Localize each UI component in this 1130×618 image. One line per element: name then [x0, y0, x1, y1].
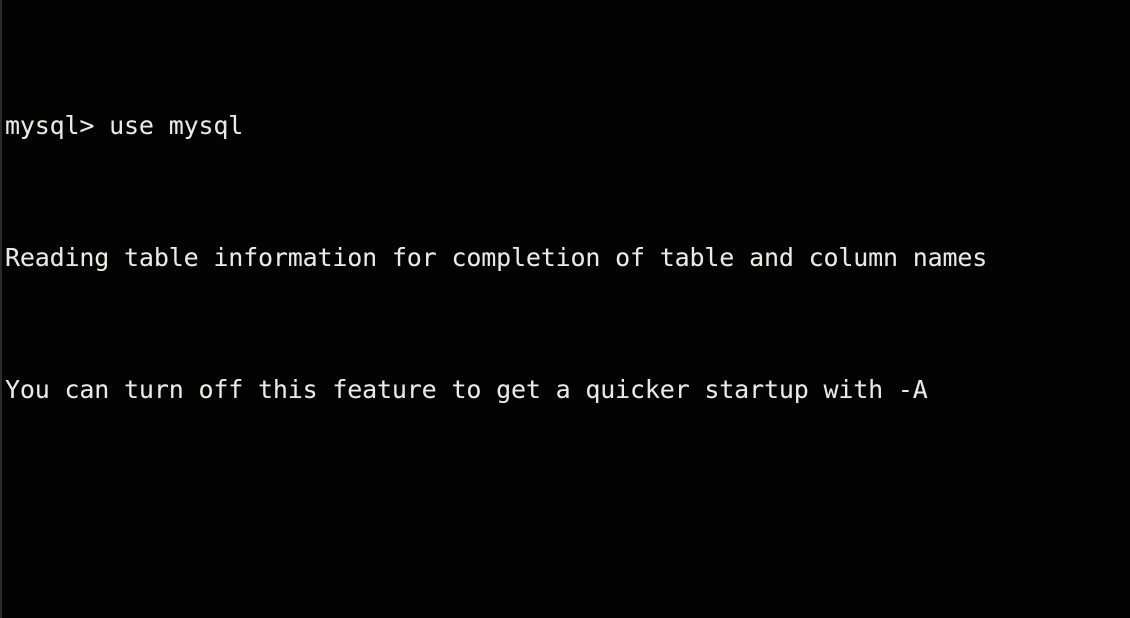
terminal-line-output: Reading table information for completion… [5, 243, 988, 272]
terminal-screen[interactable]: mysql> use mysql Reading table informati… [5, 10, 1130, 618]
terminal-line-output: You can turn off this feature to get a q… [5, 375, 928, 404]
terminal-window[interactable]: mysql> use mysql Reading table informati… [0, 0, 1130, 618]
terminal-line-command: mysql> use mysql [5, 111, 244, 140]
